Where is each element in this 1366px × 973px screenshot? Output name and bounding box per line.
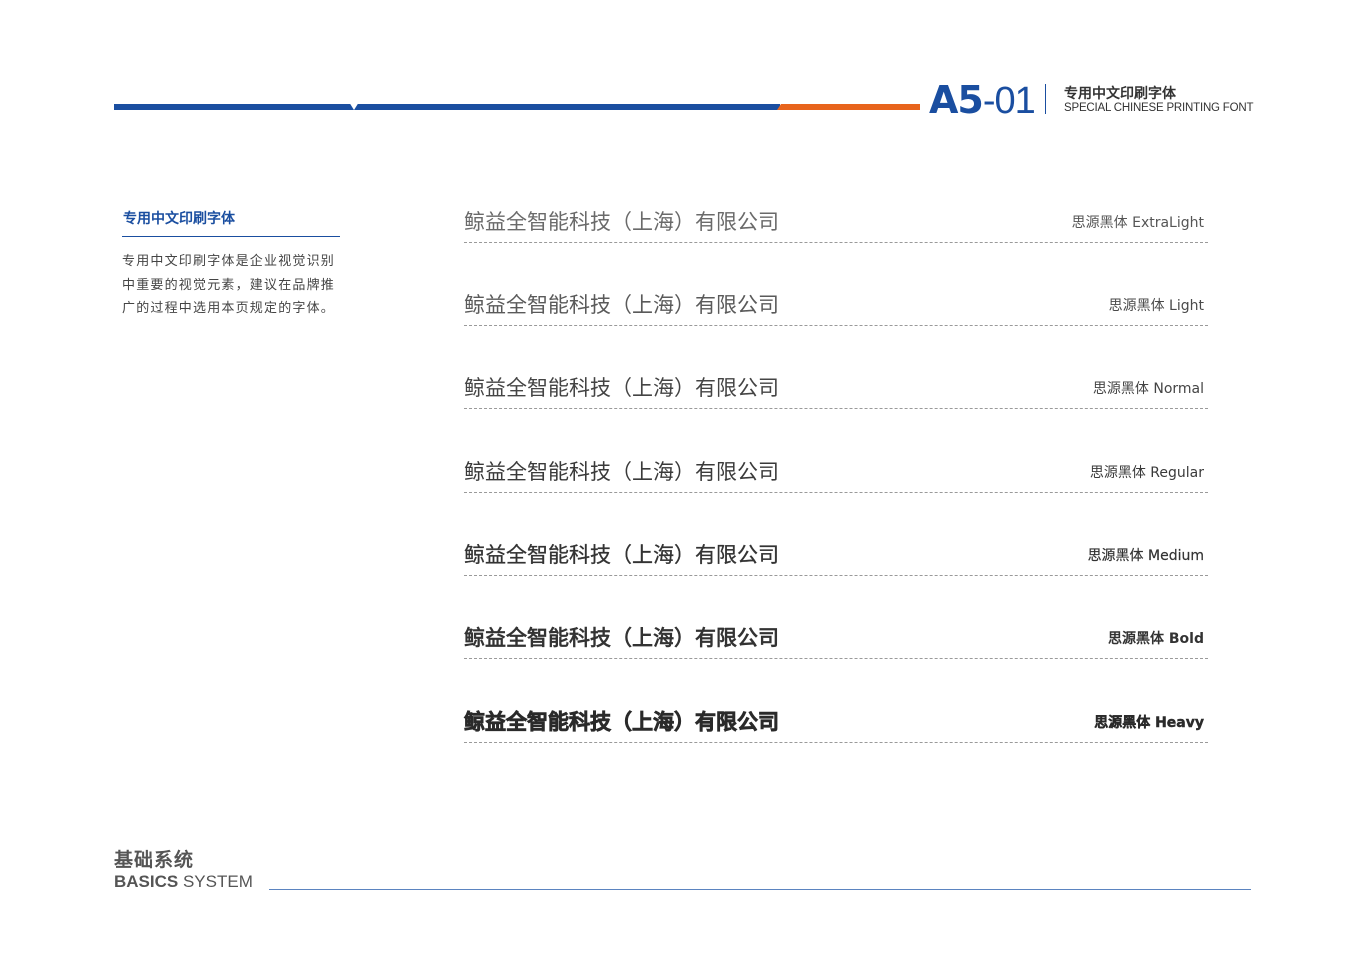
font-weight-name: 思源黑体 ExtraLight	[1071, 215, 1204, 231]
font-weight-name: 思源黑体 Light	[1108, 298, 1204, 314]
font-sample: 鲸益全智能科技（上海）有限公司	[464, 210, 779, 234]
footer-title-en: BASICS SYSTEM	[114, 872, 253, 892]
font-weight-name: 思源黑体 Regular	[1089, 465, 1204, 481]
font-sample: 鲸益全智能科技（上海）有限公司	[464, 376, 779, 400]
page-code-letters: A5	[929, 78, 984, 122]
page-title-cn: 专用中文印刷字体	[1064, 86, 1176, 102]
font-specimen-row: 鲸益全智能科技（上海）有限公司 思源黑体 Normal	[464, 373, 1208, 413]
font-sample: 鲸益全智能科技（上海）有限公司	[464, 293, 779, 317]
footer-title-cn: 基础系统	[114, 849, 195, 871]
dashed-divider	[464, 325, 1208, 326]
font-sample: 鲸益全智能科技（上海）有限公司	[464, 460, 779, 484]
font-specimen-row: 鲸益全智能科技（上海）有限公司 思源黑体 Regular	[464, 457, 1208, 497]
footer-title-en-light: SYSTEM	[178, 872, 253, 891]
footer-rule	[269, 889, 1251, 890]
font-specimen-row: 鲸益全智能科技（上海）有限公司 思源黑体 ExtraLight	[464, 207, 1208, 247]
sidebar-title: 专用中文印刷字体	[123, 211, 235, 227]
header-bar-notch	[349, 102, 359, 110]
dashed-divider	[464, 242, 1208, 243]
page-code: A5-01	[929, 78, 1036, 130]
font-specimen-row: 鲸益全智能科技（上海）有限公司 思源黑体 Light	[464, 290, 1208, 330]
font-sample: 鲸益全智能科技（上海）有限公司	[464, 710, 780, 735]
font-specimen-row: 鲸益全智能科技（上海）有限公司 思源黑体 Bold	[464, 623, 1208, 663]
font-sample: 鲸益全智能科技（上海）有限公司	[464, 626, 779, 650]
dashed-divider	[464, 658, 1208, 659]
header-bar-blue	[114, 104, 780, 110]
footer-title-en-bold: BASICS	[114, 872, 179, 891]
font-specimen-row: 鲸益全智能科技（上海）有限公司 思源黑体 Medium	[464, 540, 1208, 580]
sidebar-divider	[122, 236, 340, 237]
sidebar-description: 专用中文印刷字体是企业视觉识别中重要的视觉元素，建议在品牌推广的过程中选用本页规…	[122, 254, 336, 316]
page-title-en: SPECIAL CHINESE PRINTING FONT	[1064, 102, 1254, 114]
font-weight-name: 思源黑体 Heavy	[1094, 715, 1204, 731]
font-weight-name: 思源黑体 Bold	[1108, 631, 1204, 647]
font-weight-name: 思源黑体 Normal	[1092, 381, 1204, 397]
dashed-divider	[464, 492, 1208, 493]
dashed-divider	[464, 408, 1208, 409]
header-separator	[1045, 84, 1046, 114]
font-specimen-row: 鲸益全智能科技（上海）有限公司 思源黑体 Heavy	[464, 707, 1208, 747]
font-sample: 鲸益全智能科技（上海）有限公司	[464, 543, 779, 567]
font-weight-name: 思源黑体 Medium	[1087, 548, 1204, 564]
dashed-divider	[464, 742, 1208, 743]
page-code-number: -01	[982, 80, 1036, 122]
header-bar-orange	[777, 104, 920, 110]
dashed-divider	[464, 575, 1208, 576]
